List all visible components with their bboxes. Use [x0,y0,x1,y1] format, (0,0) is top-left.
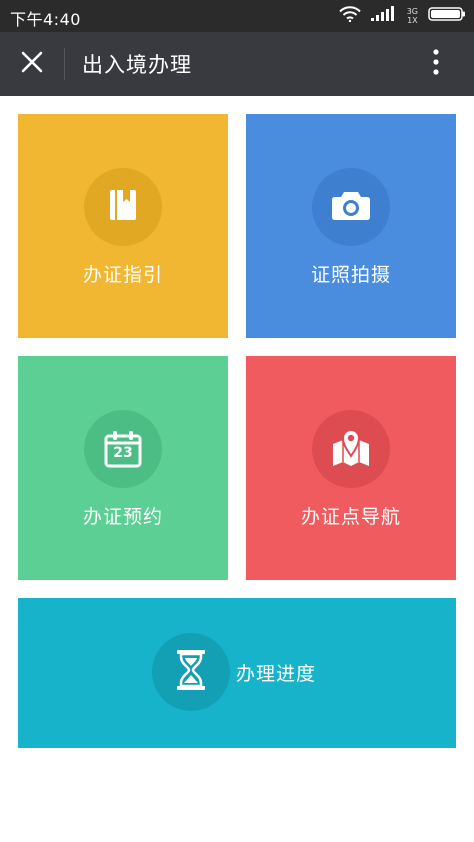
tile-progress-icon-circle [152,633,230,711]
more-options-button[interactable] [418,46,454,82]
tile-photo-label: 证照拍摄 [310,264,391,286]
title-divider [64,48,65,80]
tile-navigation-label: 办证点导航 [300,506,401,528]
tile-appointment-icon-circle: 23 [84,410,162,488]
tile-guide-icon-circle [84,168,162,246]
tile-photo-icon-circle [312,168,390,246]
book-icon [108,188,138,226]
tile-progress[interactable]: 办理进度 [18,598,456,748]
tile-navigation[interactable]: 办证点导航 [246,356,456,580]
page-title: 出入境办理 [82,53,192,77]
more-vertical-icon [432,49,440,79]
tile-appointment[interactable]: 23 办证预约 [18,356,228,580]
tile-photo[interactable]: 证照拍摄 [246,114,456,338]
title-bar: 出入境办理 [0,32,474,96]
battery-icon [428,6,466,26]
tile-navigation-icon-circle [312,410,390,488]
network-type-bottom: 1X [407,16,418,25]
tile-appointment-label: 办证预约 [82,506,163,528]
tile-progress-label: 办理进度 [236,663,317,685]
map-pin-icon [330,426,372,472]
tile-guide[interactable]: 办证指引 [18,114,228,338]
network-type-top: 3G [406,7,418,16]
status-time: 下午4:40 [10,10,81,29]
status-bar: 下午4:40 3G 1X [0,0,474,32]
status-icons: 3G 1X [338,5,466,27]
wifi-icon [338,6,361,26]
close-icon [21,51,43,77]
network-type-label: 3G 1X [407,7,418,25]
signal-icon [370,6,397,26]
close-button[interactable] [12,44,52,84]
calendar-icon: 23 [103,429,143,469]
tile-guide-label: 办证指引 [82,264,163,286]
camera-icon [331,189,371,225]
calendar-day-number: 23 [113,445,133,461]
hourglass-icon [176,649,206,695]
